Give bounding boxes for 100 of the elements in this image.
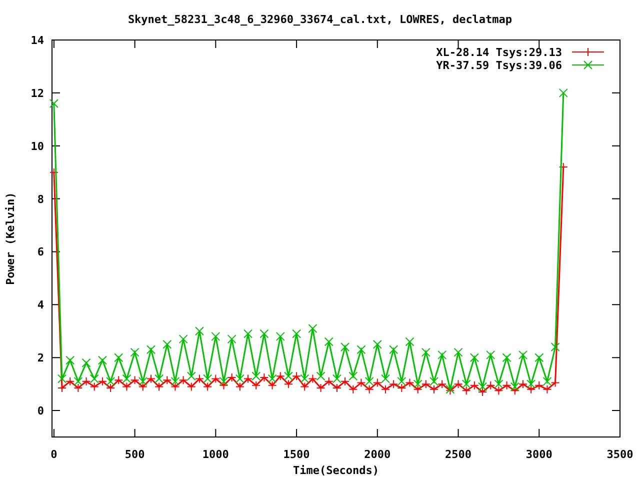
data-point xyxy=(438,350,447,360)
tick-label: 2500 xyxy=(445,448,472,461)
data-point xyxy=(470,380,479,390)
data-point xyxy=(397,376,406,386)
data-point xyxy=(90,374,99,384)
data-point xyxy=(324,337,334,346)
data-point xyxy=(227,372,236,382)
tick-label: 3500 xyxy=(606,448,634,461)
data-point xyxy=(470,353,479,362)
data-point xyxy=(348,384,358,394)
data-point xyxy=(203,374,212,384)
data-point xyxy=(82,376,91,386)
data-point xyxy=(526,384,536,394)
data-point xyxy=(518,350,528,360)
data-point xyxy=(235,374,244,384)
data-point xyxy=(114,353,124,362)
data-point xyxy=(502,380,512,390)
data-point xyxy=(454,348,463,357)
tick-label: 0 xyxy=(50,448,58,461)
data-point xyxy=(332,384,342,393)
data-point xyxy=(195,374,204,384)
data-point xyxy=(332,374,342,384)
data-point xyxy=(276,372,285,381)
data-point xyxy=(130,376,140,385)
data-point xyxy=(478,382,488,392)
data-point xyxy=(146,345,156,354)
data-point xyxy=(534,380,544,390)
data-point xyxy=(381,384,390,394)
data-point xyxy=(381,374,390,384)
data-point xyxy=(244,374,253,384)
tick-label: 6 xyxy=(37,246,44,259)
data-point xyxy=(364,376,374,386)
data-point xyxy=(340,342,350,352)
data-point xyxy=(348,372,358,381)
tick-label: 1000 xyxy=(202,448,229,461)
data-point xyxy=(486,350,496,360)
data-point xyxy=(413,384,422,394)
data-point xyxy=(244,329,253,338)
data-point xyxy=(405,337,414,346)
data-point xyxy=(49,168,58,177)
data-point xyxy=(397,384,406,393)
data-point xyxy=(542,376,552,386)
data-point xyxy=(372,340,382,349)
data-point xyxy=(162,376,172,385)
data-point xyxy=(219,380,228,390)
tick-label: 500 xyxy=(124,448,145,461)
data-point xyxy=(154,382,164,392)
data-point xyxy=(106,376,116,386)
data-point xyxy=(462,386,471,396)
data-point xyxy=(292,372,302,381)
data-point xyxy=(235,382,244,392)
data-point xyxy=(49,99,58,108)
data-point xyxy=(146,374,156,384)
data-point xyxy=(284,372,293,381)
data-point xyxy=(260,329,269,338)
data-point xyxy=(356,378,366,388)
data-point xyxy=(526,380,536,389)
chart-title: Skynet_58231_3c48_6_32960_33674_cal.txt, LOWRES, declatmap xyxy=(128,13,512,26)
data-point xyxy=(438,380,447,389)
data-point xyxy=(284,380,293,389)
data-point xyxy=(421,380,430,389)
data-point xyxy=(227,334,236,344)
data-point xyxy=(308,374,318,384)
tick-label: 2 xyxy=(37,352,44,365)
data-point xyxy=(58,384,67,393)
data-point xyxy=(66,376,75,386)
data-point xyxy=(186,382,196,392)
data-point xyxy=(494,386,504,396)
data-point xyxy=(203,382,212,392)
axis-title: Time(Seconds) xyxy=(292,464,380,477)
data-point xyxy=(98,356,107,365)
data-point xyxy=(186,372,196,381)
tick-label: 1500 xyxy=(283,448,310,461)
data-point xyxy=(502,353,512,362)
data-point xyxy=(268,380,277,390)
data-point xyxy=(324,376,334,386)
data-point xyxy=(138,382,148,392)
data-point xyxy=(211,332,220,341)
data-point xyxy=(154,374,164,384)
data-point xyxy=(550,378,560,388)
data-point xyxy=(252,372,261,381)
data-point xyxy=(430,384,438,394)
data-point xyxy=(195,326,204,336)
axis-title: Power (Kelvin) xyxy=(4,192,17,285)
data-point xyxy=(558,162,568,172)
data-point xyxy=(462,380,471,389)
tick-label: 0 xyxy=(37,404,44,418)
data-point xyxy=(276,332,285,341)
data-point xyxy=(308,324,318,333)
data-point xyxy=(316,372,326,381)
data-point xyxy=(178,376,188,385)
data-point xyxy=(74,384,83,393)
tick-label: 3000 xyxy=(526,448,552,461)
data-point xyxy=(268,374,277,384)
data-point xyxy=(510,382,520,392)
data-point xyxy=(454,380,463,389)
tick-label: 12 xyxy=(30,86,44,100)
data-point xyxy=(106,384,116,393)
data-point xyxy=(170,376,180,386)
data-point xyxy=(300,374,310,384)
